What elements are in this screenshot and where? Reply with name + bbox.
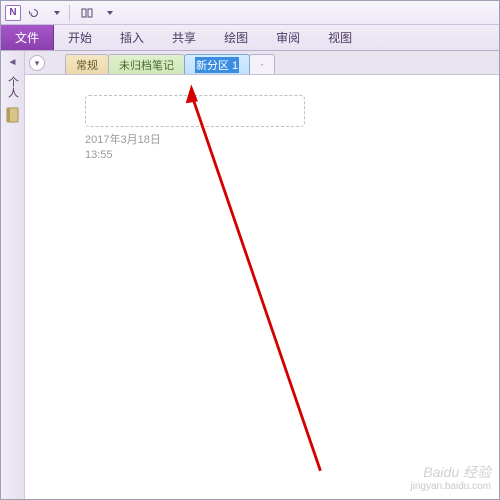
section-tab-strip: ▾ 常规 未归档笔记 新分区 1 [25, 51, 499, 75]
ribbon-tab-draw[interactable]: 绘图 [210, 25, 262, 50]
sparkle-icon [260, 60, 264, 70]
app-window: N 文件 开始 插入 共享 绘图 审阅 视图 ◄ 个人 ▾ [0, 0, 500, 500]
page-date: 2017年3月18日 [85, 133, 499, 148]
title-bar: N [1, 1, 499, 25]
section-name-input[interactable]: 新分区 1 [195, 57, 239, 73]
chevron-down-icon [107, 11, 113, 15]
chevron-down-icon [54, 11, 60, 15]
separator [69, 5, 70, 21]
onenote-app-icon: N [5, 5, 21, 21]
section-tab-regular[interactable]: 常规 [65, 54, 109, 74]
page-meta: 2017年3月18日 13:55 [85, 133, 499, 164]
expand-nav-button[interactable]: ▾ [29, 55, 45, 71]
section-tab-new-editing[interactable]: 新分区 1 [184, 54, 250, 74]
chevron-left-icon[interactable]: ◄ [8, 57, 18, 68]
ribbon-tab-home[interactable]: 开始 [54, 25, 106, 50]
touch-mode-button[interactable] [78, 4, 96, 22]
touch-icon [81, 7, 93, 19]
page-time: 13:55 [85, 148, 499, 163]
ribbon-tab-insert[interactable]: 插入 [106, 25, 158, 50]
ribbon: 文件 开始 插入 共享 绘图 审阅 视图 [1, 25, 499, 51]
page-canvas[interactable]: 2017年3月18日 13:55 Baidu 经验 jingyan.baidu.… [25, 75, 499, 499]
ribbon-tab-share[interactable]: 共享 [158, 25, 210, 50]
notebook-label[interactable]: 个人 [5, 76, 21, 98]
watermark-brand: Baidu 经验 [410, 464, 491, 481]
main-area: ▾ 常规 未归档笔记 新分区 1 2017年3月18日 13:55 [25, 51, 499, 499]
notebook-sidebar: ◄ 个人 [1, 51, 25, 499]
add-section-button[interactable] [249, 54, 275, 74]
ribbon-tab-view[interactable]: 视图 [314, 25, 366, 50]
notebook-icon[interactable] [4, 106, 22, 124]
qat-dropdown[interactable] [47, 4, 65, 22]
body: ◄ 个人 ▾ 常规 未归档笔记 新分区 1 2017年3月18日 [1, 51, 499, 499]
page-title-input[interactable] [85, 95, 305, 127]
qat-customize[interactable] [100, 4, 118, 22]
ribbon-tab-review[interactable]: 审阅 [262, 25, 314, 50]
watermark-url: jingyan.baidu.com [410, 481, 491, 493]
watermark: Baidu 经验 jingyan.baidu.com [410, 464, 491, 493]
undo-button[interactable] [25, 4, 43, 22]
file-tab[interactable]: 文件 [1, 25, 54, 50]
undo-icon [28, 7, 40, 19]
section-tab-unfiled[interactable]: 未归档笔记 [108, 54, 185, 74]
